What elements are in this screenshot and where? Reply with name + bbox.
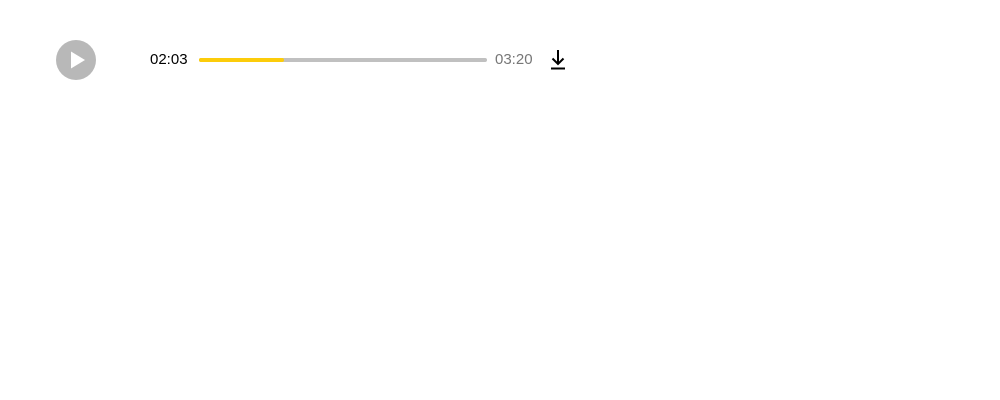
progress-bar-fill bbox=[199, 58, 284, 62]
progress-bar[interactable] bbox=[199, 58, 487, 62]
total-time: 03:20 bbox=[495, 51, 533, 68]
play-button[interactable] bbox=[56, 40, 96, 80]
play-icon bbox=[71, 51, 85, 69]
current-time: 02:03 bbox=[150, 51, 188, 68]
download-icon bbox=[551, 50, 565, 70]
audio-player: 02:03 03:20 bbox=[0, 0, 1000, 120]
download-button[interactable] bbox=[547, 48, 569, 72]
